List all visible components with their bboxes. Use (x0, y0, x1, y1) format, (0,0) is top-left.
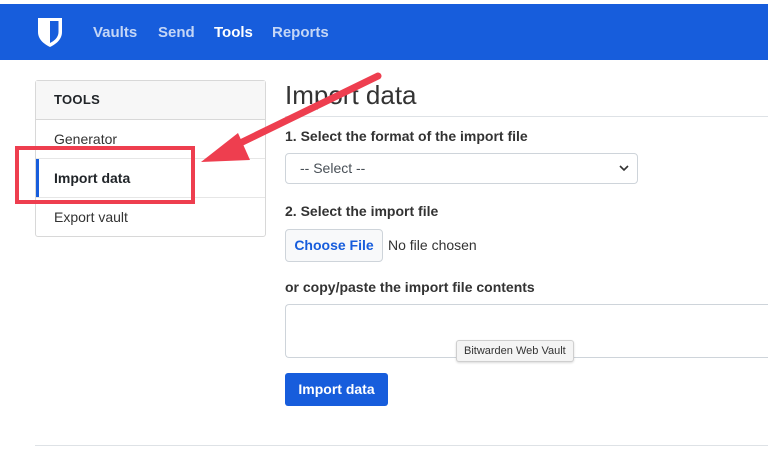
nav-vaults[interactable]: Vaults (93, 24, 137, 41)
annotation-highlight-box (15, 146, 195, 204)
sidebar-header: TOOLS (36, 81, 265, 120)
top-navbar: Vaults Send Tools Reports (0, 4, 768, 60)
footer-divider (35, 445, 768, 446)
nav-send[interactable]: Send (158, 24, 195, 41)
nav-reports[interactable]: Reports (272, 24, 329, 41)
file-label: 2. Select the import file (285, 203, 439, 219)
import-data-button[interactable]: Import data (285, 373, 388, 406)
chevron-down-icon (619, 165, 629, 172)
title-divider (285, 116, 768, 117)
nav-tools[interactable]: Tools (214, 24, 253, 41)
choose-file-button[interactable]: Choose File (285, 229, 383, 262)
format-select-value: -- Select -- (300, 160, 366, 176)
file-status-text: No file chosen (388, 237, 477, 253)
bitwarden-shield-logo-icon[interactable] (36, 16, 64, 48)
format-label: 1. Select the format of the import file (285, 128, 528, 144)
format-select[interactable]: -- Select -- (285, 153, 638, 184)
paste-label: or copy/paste the import file contents (285, 279, 535, 295)
tooltip: Bitwarden Web Vault (456, 340, 574, 362)
page-title: Import data (285, 80, 417, 110)
